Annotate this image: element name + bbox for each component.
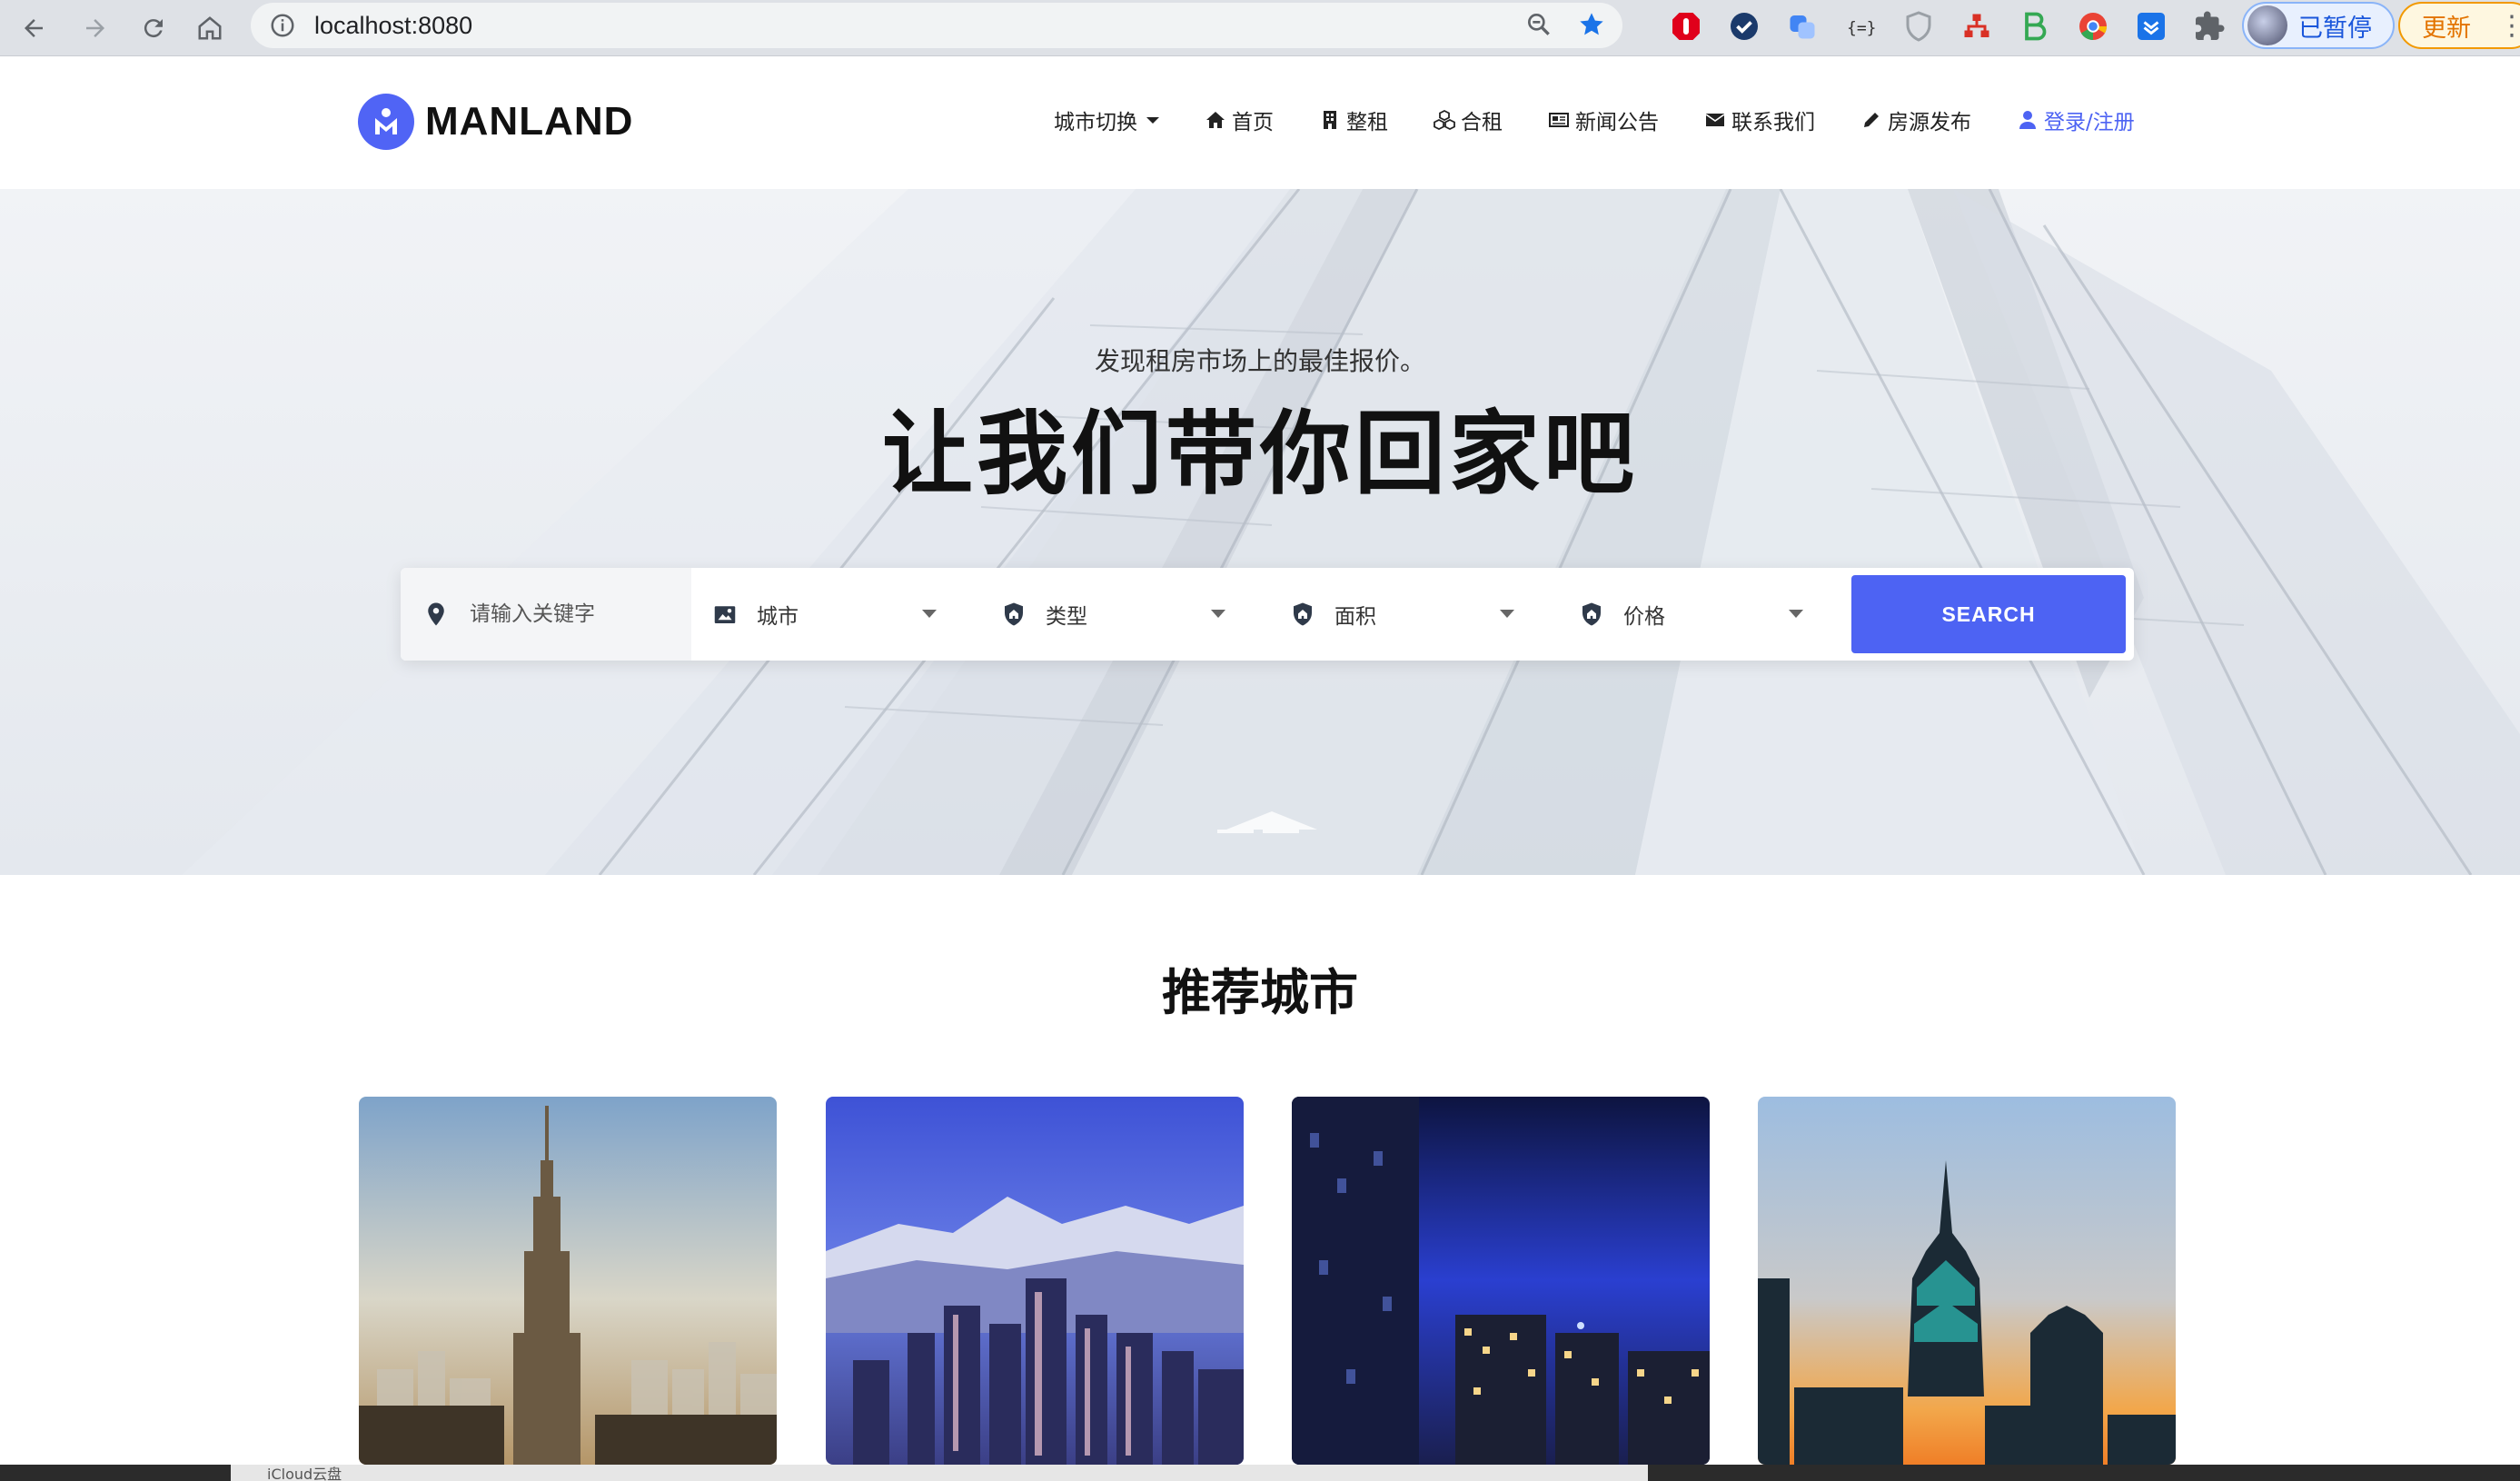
envelope-icon	[1705, 114, 1725, 126]
profile-status-label: 已暂停	[2298, 14, 2372, 43]
brand-logo[interactable]: MANLAND	[358, 94, 633, 150]
forward-arrow-icon	[86, 19, 104, 37]
hero-subtitle: 发现租房市场上的最佳报价。	[1094, 346, 1425, 376]
reload-icon	[144, 19, 163, 38]
nav-label: 合租	[1461, 111, 1503, 134]
city-select-label: 城市	[757, 605, 799, 629]
url-text: localhost:8080	[314, 11, 473, 39]
price-select[interactable]: 价格	[1558, 568, 1847, 661]
address-bar[interactable]: localhost:8080	[251, 3, 1622, 48]
city-image	[1758, 1097, 2176, 1465]
city-select[interactable]: 城市	[691, 568, 980, 661]
price-select-label: 价格	[1623, 605, 1665, 629]
keyword-field[interactable]	[401, 568, 691, 661]
home-icon	[1206, 112, 1225, 128]
update-button[interactable]: 更新 ⋮	[2398, 2, 2520, 49]
map-pin-icon	[428, 602, 444, 626]
info-icon	[271, 14, 294, 37]
b-extension-icon[interactable]	[2019, 10, 2051, 43]
shield-home-icon	[1582, 602, 1601, 626]
puzzle-extensions-icon[interactable]	[2193, 10, 2226, 43]
browser-toolbar: localhost:8080 {=} 已暂停 更新 ⋮	[0, 0, 2520, 56]
avatar	[2247, 5, 2287, 45]
slider-dot[interactable]	[1217, 830, 1254, 833]
search-button[interactable]: SEARCH	[1851, 575, 2126, 653]
nav-publish[interactable]: 房源发布	[1860, 104, 1971, 135]
type-select-label: 类型	[1046, 605, 1087, 629]
back-button[interactable]	[13, 7, 55, 49]
nav-contact[interactable]: 联系我们	[1704, 104, 1815, 135]
zoom-icon[interactable]	[1524, 10, 1553, 39]
site-header: MANLAND 城市切换 首页 整租 合租 新闻公告 联系我们 房源发布 登录/…	[0, 57, 2520, 189]
logo-icon	[358, 94, 414, 150]
os-dock: iCloud云盘	[0, 1465, 2520, 1481]
nav-whole-rent[interactable]: 整租	[1319, 104, 1388, 135]
slider-indicator[interactable]	[1217, 830, 1299, 833]
nav-label: 城市切换	[1054, 111, 1137, 134]
nav-home[interactable]: 首页	[1205, 104, 1274, 135]
nav-shared-rent[interactable]: 合租	[1434, 104, 1503, 135]
city-card[interactable]	[1758, 1097, 2176, 1465]
adblock-extension-icon[interactable]	[1670, 10, 1702, 43]
download-extension-icon[interactable]	[2135, 10, 2168, 43]
nav-label: 联系我们	[1731, 111, 1815, 134]
nav-label: 房源发布	[1888, 111, 1971, 134]
back-arrow-icon	[25, 19, 43, 37]
json-extension-icon[interactable]: {=}	[1844, 10, 1877, 43]
newspaper-icon	[1549, 113, 1569, 127]
city-card[interactable]	[1292, 1097, 1710, 1465]
pencil-icon	[1864, 113, 1879, 127]
dropdown-arrow-icon	[922, 610, 937, 618]
nav-label: 新闻公告	[1575, 111, 1659, 134]
city-card[interactable]	[826, 1097, 1244, 1465]
hero-title: 让我们带你回家吧	[882, 401, 1638, 507]
type-select[interactable]: 类型	[980, 568, 1269, 661]
update-label: 更新	[2422, 14, 2471, 43]
search-bar: 城市 类型 面积 价格 SEARCH	[401, 568, 2134, 661]
building-icon	[1324, 111, 1336, 129]
svg-text:{=}: {=}	[1847, 19, 1877, 38]
city-image	[826, 1097, 1244, 1465]
nav-city-switch[interactable]: 城市切换	[1054, 104, 1159, 135]
reload-button[interactable]	[133, 7, 174, 49]
profile-button[interactable]: 已暂停	[2242, 2, 2395, 49]
chrome-extension-icon[interactable]	[2077, 10, 2109, 43]
translate-extension-icon[interactable]	[1786, 10, 1819, 43]
nav-login[interactable]: 登录/注册	[2017, 104, 2135, 135]
main-nav: 城市切换 首页 整租 合租 新闻公告 联系我们 房源发布 登录/注册	[1054, 104, 2135, 135]
more-menu-icon[interactable]: ⋮	[2498, 10, 2520, 42]
area-select[interactable]: 面积	[1269, 568, 1558, 661]
brand-name: MANLAND	[425, 99, 634, 144]
slider-dot[interactable]	[1263, 830, 1299, 833]
dropdown-arrow-icon	[1211, 610, 1225, 618]
map-icon	[714, 606, 736, 623]
dropdown-arrow-icon	[1789, 610, 1803, 618]
shield-home-icon	[1005, 602, 1023, 626]
home-outline-icon	[198, 16, 222, 40]
city-image	[1292, 1097, 1710, 1465]
area-select-label: 面积	[1334, 605, 1376, 629]
section-title: 推荐城市	[1162, 964, 1358, 1021]
shield-home-icon	[1294, 602, 1312, 626]
keyword-input[interactable]	[470, 602, 651, 626]
bookmark-star-icon[interactable]	[1577, 10, 1606, 39]
shield-extension-icon[interactable]	[1902, 10, 1935, 43]
city-card[interactable]	[359, 1097, 777, 1465]
user-icon	[2019, 111, 2036, 129]
hero-banner: 发现租房市场上的最佳报价。 让我们带你回家吧 城市 类型 面积 价格 SEARC…	[0, 189, 2520, 875]
city-image	[359, 1097, 777, 1465]
check-extension-icon[interactable]	[1728, 10, 1761, 43]
dropdown-arrow-icon	[1500, 610, 1514, 618]
forward-button[interactable]	[74, 7, 116, 49]
nav-label: 整租	[1346, 111, 1388, 134]
caret-down-icon	[1146, 116, 1159, 124]
nav-news[interactable]: 新闻公告	[1548, 104, 1659, 135]
home-button[interactable]	[189, 7, 231, 49]
cubes-icon	[1434, 109, 1455, 131]
finder-tab[interactable]: iCloud云盘	[231, 1465, 1648, 1481]
sitemap-extension-icon[interactable]	[1960, 10, 1993, 43]
nav-label: 登录/注册	[2044, 111, 2135, 134]
nav-label: 首页	[1232, 111, 1274, 134]
hero-background-image	[0, 189, 2520, 875]
